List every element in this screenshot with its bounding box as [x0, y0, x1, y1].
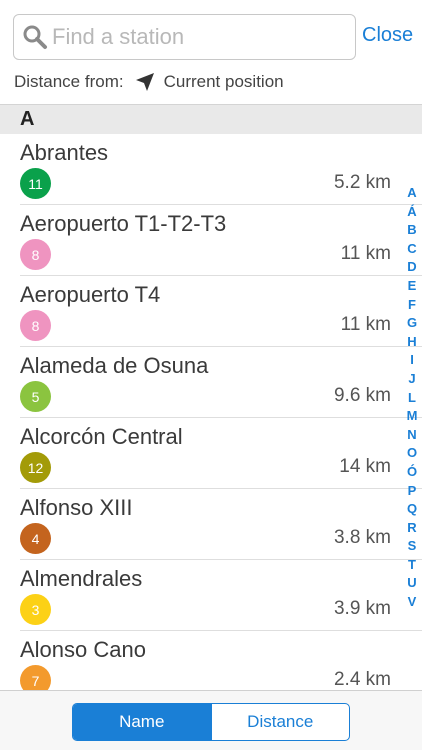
index-letter[interactable]: Á	[407, 203, 416, 222]
index-letter[interactable]: E	[408, 277, 417, 296]
index-letter[interactable]: S	[408, 537, 417, 556]
station-row[interactable]: Alfonso XIII 4 3.8 km	[0, 489, 422, 560]
station-name: Aeropuerto T1-T2-T3	[20, 211, 227, 236]
search-icon	[23, 25, 47, 49]
station-distance: 2.4 km	[333, 669, 391, 690]
distance-from-row[interactable]: Distance from: Current position	[14, 70, 284, 94]
index-letter[interactable]: G	[407, 314, 417, 333]
station-row[interactable]: Almendrales 3 3.9 km	[0, 560, 422, 631]
close-button[interactable]: Close	[362, 24, 413, 47]
location-arrow-icon	[134, 71, 156, 93]
station-row[interactable]: Aeropuerto T4 8 11 km	[0, 276, 422, 347]
line-badge: 3	[20, 594, 51, 625]
station-distance: 3.8 km	[333, 527, 391, 548]
station-name: Alameda de Osuna	[20, 353, 209, 378]
station-distance: 11 km	[340, 314, 391, 335]
station-name: Alonso Cano	[20, 637, 146, 662]
distance-from-value: Current position	[163, 72, 284, 91]
station-row[interactable]: Alonso Cano 7 2.4 km	[0, 631, 422, 690]
alphabet-index[interactable]: A Á B C D E F G H I J L M N O Ó P Q R S …	[402, 184, 422, 612]
index-letter[interactable]: Q	[407, 500, 417, 519]
station-distance: 11 km	[340, 243, 391, 264]
section-letter: A	[20, 108, 35, 130]
index-letter[interactable]: N	[407, 426, 416, 445]
search-box[interactable]	[13, 14, 356, 60]
header: Close Distance from: Current position	[0, 0, 422, 104]
index-letter[interactable]: I	[410, 351, 414, 370]
station-name: Alcorcón Central	[20, 424, 183, 449]
index-letter[interactable]: J	[408, 370, 415, 389]
sort-by-distance-button[interactable]: Distance	[210, 704, 350, 740]
sort-by-name-button[interactable]: Name	[73, 704, 211, 740]
index-letter[interactable]: C	[407, 240, 416, 259]
line-badge: 11	[20, 168, 51, 199]
station-name: Almendrales	[20, 566, 143, 591]
station-row[interactable]: Alameda de Osuna 5 9.6 km	[0, 347, 422, 418]
index-letter[interactable]: L	[408, 389, 416, 408]
index-letter[interactable]: Ó	[407, 463, 417, 482]
station-row[interactable]: Alcorcón Central 12 14 km	[0, 418, 422, 489]
index-letter[interactable]: B	[407, 221, 416, 240]
footer-toolbar: Name Distance	[0, 690, 422, 750]
line-badge: 8	[20, 310, 51, 341]
index-letter[interactable]: V	[408, 593, 417, 612]
index-letter[interactable]: T	[408, 556, 416, 575]
station-distance: 9.6 km	[333, 385, 391, 406]
line-badge: 8	[20, 239, 51, 270]
station-distance: 3.9 km	[333, 598, 391, 619]
search-input[interactable]	[52, 17, 342, 57]
line-badge: 4	[20, 523, 51, 554]
line-badge: 12	[20, 452, 51, 483]
station-name: Abrantes	[20, 140, 109, 165]
sort-segmented-control[interactable]: Name Distance	[72, 703, 350, 741]
index-letter[interactable]: U	[407, 574, 416, 593]
index-letter[interactable]: A	[407, 184, 416, 203]
index-letter[interactable]: O	[407, 444, 417, 463]
index-letter[interactable]: D	[407, 258, 416, 277]
index-letter[interactable]: P	[408, 482, 417, 501]
station-distance: 14 km	[339, 456, 391, 477]
distance-from-label: Distance from:	[14, 72, 124, 91]
index-letter[interactable]: H	[407, 333, 416, 352]
station-name: Alfonso XIII	[20, 495, 133, 520]
index-letter[interactable]: R	[407, 519, 416, 538]
station-name: Aeropuerto T4	[20, 282, 161, 307]
station-list: Abrantes 11 5.2 km Aeropuerto T1-T2-T3 8…	[0, 134, 422, 690]
station-row[interactable]: Abrantes 11 5.2 km	[0, 134, 422, 205]
index-letter[interactable]: F	[408, 296, 416, 315]
index-letter[interactable]: M	[407, 407, 418, 426]
section-header: A	[0, 104, 422, 134]
line-badge: 5	[20, 381, 51, 412]
station-distance: 5.2 km	[333, 172, 391, 193]
station-row[interactable]: Aeropuerto T1-T2-T3 8 11 km	[0, 205, 422, 276]
line-badge: 7	[20, 665, 51, 690]
